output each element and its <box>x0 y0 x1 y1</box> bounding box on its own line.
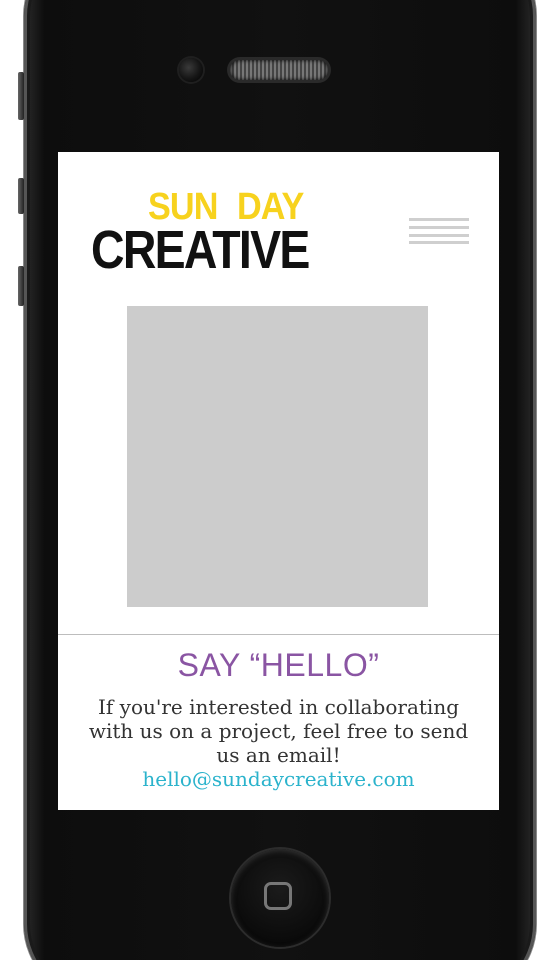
menu-line <box>409 241 469 244</box>
mute-switch <box>18 72 24 120</box>
home-button[interactable] <box>231 849 329 947</box>
front-camera-icon <box>179 58 203 82</box>
site-logo[interactable]: SUN DAY CREATIVE <box>91 187 313 277</box>
menu-line <box>409 226 469 229</box>
contact-heading: SAY “HELLO” <box>177 647 380 683</box>
earpiece-speaker-icon <box>230 60 328 80</box>
phone-screen: SUN DAY CREATIVE SAY “HELLO” If you're i… <box>58 152 499 810</box>
menu-line <box>409 234 469 237</box>
logo-word-creative: CREATIVE <box>91 220 310 280</box>
volume-up-button <box>18 178 24 214</box>
hero-image-placeholder <box>127 306 428 607</box>
page: SUN DAY CREATIVE SAY “HELLO” If you're i… <box>0 0 560 960</box>
contact-description: If you're interested in collaborating wi… <box>88 695 469 767</box>
section-divider <box>58 634 499 635</box>
menu-line <box>409 218 469 221</box>
hamburger-menu-icon[interactable] <box>408 216 470 244</box>
home-square-icon <box>264 882 292 910</box>
volume-down-button <box>18 266 24 306</box>
contact-email-link[interactable]: hello@sundaycreative.com <box>58 767 499 791</box>
